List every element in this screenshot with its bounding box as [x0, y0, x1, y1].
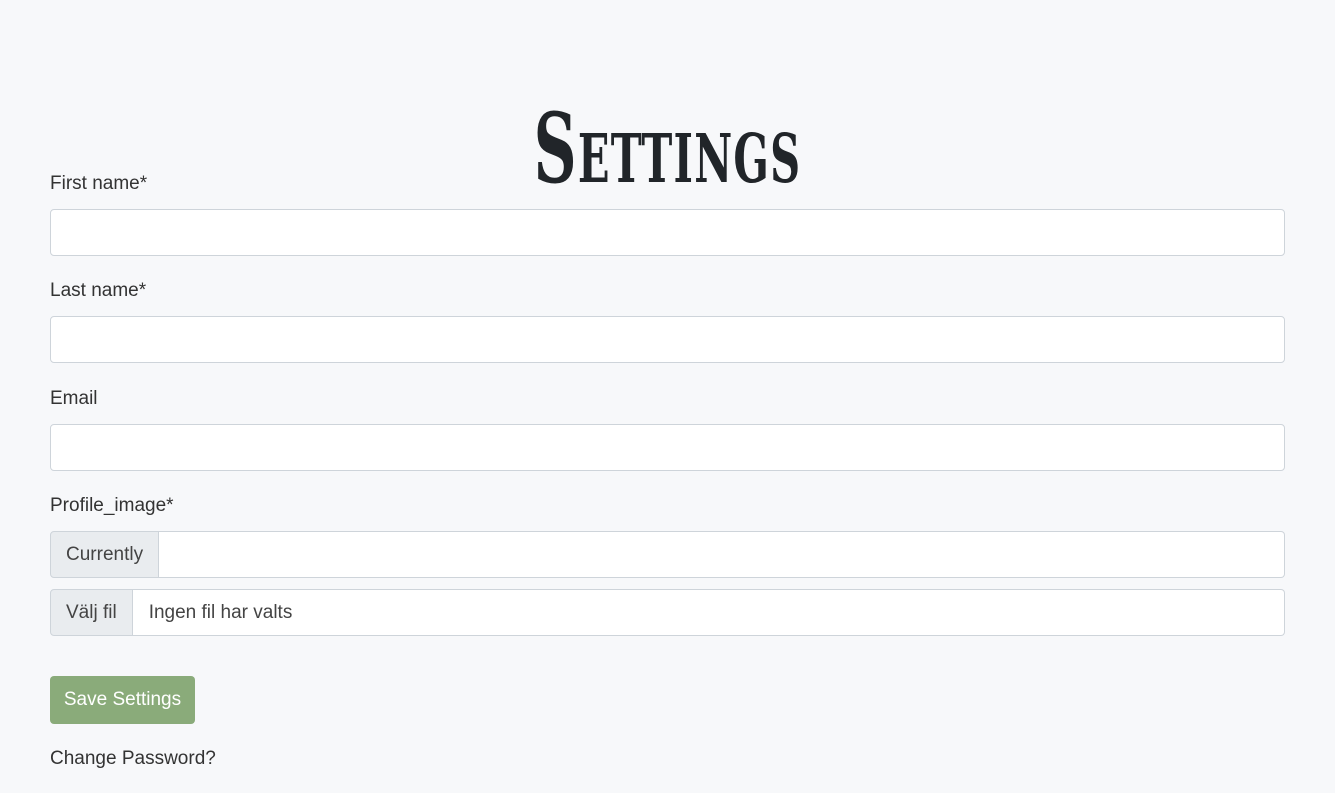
profile-image-file-group[interactable]: Välj fil Ingen fil har valts: [50, 589, 1285, 636]
first-name-input[interactable]: [50, 209, 1285, 256]
current-image-field: [159, 531, 1285, 578]
email-label: Email: [50, 388, 98, 409]
email-input[interactable]: [50, 424, 1285, 471]
first-name-label: First name*: [50, 173, 148, 194]
change-password-link[interactable]: Change Password?: [50, 748, 216, 770]
profile-image-current-group: Currently: [50, 531, 1285, 578]
currently-addon: Currently: [50, 531, 160, 578]
last-name-label: Last name*: [50, 280, 147, 301]
page-title: Settings: [533, 92, 802, 206]
last-name-input[interactable]: [50, 316, 1285, 363]
file-name-display[interactable]: Ingen fil har valts: [132, 589, 1285, 636]
save-settings-button[interactable]: Save Settings: [50, 676, 195, 724]
profile-image-label: Profile_image*: [50, 495, 174, 516]
choose-file-button[interactable]: Välj fil: [50, 589, 133, 636]
